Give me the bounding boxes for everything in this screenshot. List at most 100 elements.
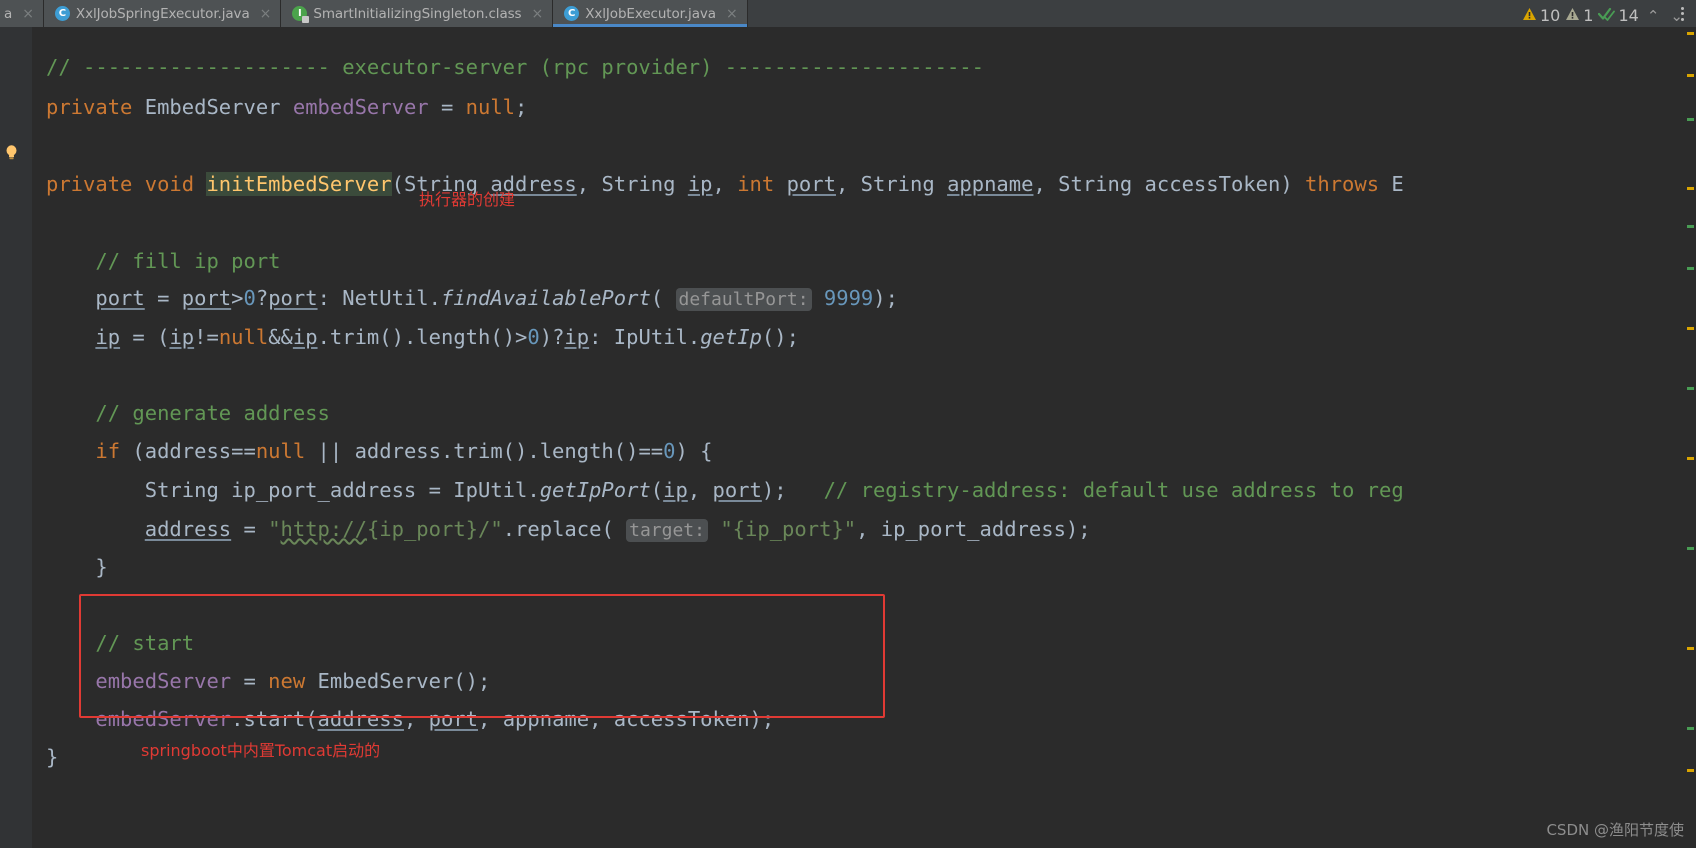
code-token: ) {	[675, 439, 713, 463]
warnings-indicator[interactable]: 10	[1522, 6, 1560, 25]
code-token: String	[601, 172, 688, 196]
editor-tab[interactable]: I SmartInitializingSingleton.class ×	[281, 0, 554, 27]
code-line: embedServer.start(address, port, appname…	[46, 707, 774, 731]
scrollbar-marker[interactable]	[1687, 547, 1694, 550]
scrollbar-marker[interactable]	[1687, 118, 1694, 121]
scrollbar-marker[interactable]	[1687, 457, 1694, 460]
code-token: address	[317, 707, 404, 731]
close-icon[interactable]: ×	[726, 7, 738, 21]
typos-indicator[interactable]: 14	[1598, 6, 1639, 25]
code-line: // generate address	[46, 401, 330, 425]
code-token: 0	[243, 286, 256, 310]
scrollbar-marker[interactable]	[1687, 32, 1694, 35]
code-line: ip = (ip!=null&&ip.trim().length()>0)?ip…	[46, 325, 799, 349]
code-token: {ip_port}/"	[366, 517, 503, 541]
editor-tab[interactable]: C XxlJobExecutor.java ×	[553, 0, 748, 27]
code-token: EmbedServer	[144, 95, 293, 119]
code-token: ip	[95, 325, 121, 349]
scrollbar-marker[interactable]	[1687, 187, 1694, 190]
annotation-text: 执行器的创建	[419, 190, 516, 209]
code-token: port	[181, 286, 232, 310]
code-token: );	[873, 286, 898, 310]
ide-window: a × C XxlJobSpringExecutor.java × I SmartIniti…	[0, 0, 1696, 848]
code-token: =	[144, 286, 182, 310]
scrollbar-marker[interactable]	[1687, 387, 1694, 390]
close-icon[interactable]: ×	[531, 7, 543, 21]
editor-tab[interactable]: C XxlJobSpringExecutor.java ×	[43, 0, 282, 27]
code-token: ?	[255, 286, 269, 310]
code-token: ,	[835, 172, 861, 196]
code-token: String ip_port_address = IpUtil.	[46, 478, 540, 502]
code-token: ,	[712, 172, 738, 196]
code-token: port	[95, 286, 145, 310]
code-token: ,	[403, 707, 429, 731]
code-token: int	[737, 172, 787, 196]
code-token: ();	[761, 325, 799, 349]
scrollbar-marker[interactable]	[1687, 327, 1694, 330]
close-icon[interactable]: ×	[22, 7, 34, 21]
chevron-down-icon[interactable]: ⌄	[1667, 7, 1686, 25]
scrollbar-markers[interactable]	[1684, 27, 1696, 848]
java-class-icon: C	[54, 6, 70, 21]
editor-tab-bar: a × C XxlJobSpringExecutor.java × I SmartIniti…	[0, 0, 1696, 27]
code-token: // -------------------- executor-server …	[46, 55, 984, 79]
code-token: throws	[1305, 172, 1392, 196]
code-token: embedServer	[95, 707, 232, 731]
code-token: }	[46, 555, 108, 579]
code-token: ,	[576, 172, 602, 196]
editor-tab-label: a	[4, 5, 13, 22]
code-token: )	[1280, 172, 1306, 196]
code-token: String accessToken	[1058, 172, 1281, 196]
code-token: null	[255, 439, 318, 463]
code-line: // start	[46, 631, 194, 655]
code-token: : IpUtil.	[589, 325, 701, 349]
code-token: =	[231, 669, 269, 693]
code-token: port	[712, 478, 762, 502]
code-token: !=	[194, 325, 219, 349]
code-token: target:	[626, 519, 708, 542]
close-icon[interactable]: ×	[260, 7, 272, 21]
scrollbar-marker[interactable]	[1687, 647, 1694, 650]
chevron-up-icon[interactable]: ⌃	[1644, 7, 1663, 25]
code-editor[interactable]: // -------------------- executor-server …	[0, 27, 1696, 848]
code-token: embedServer	[292, 95, 441, 119]
code-line: // -------------------- executor-server …	[46, 55, 984, 79]
code-token: =	[231, 517, 269, 541]
annotation-text: springboot中内置Tomcat启动的	[141, 741, 381, 760]
code-token: }	[46, 745, 59, 769]
weak-warnings-count: 1	[1583, 6, 1594, 25]
code-token: // registry-address: default use address…	[823, 478, 1404, 502]
code-token: getIpPort	[539, 478, 651, 502]
scrollbar-marker[interactable]	[1687, 225, 1694, 228]
code-token: new	[268, 669, 318, 693]
code-token: || address.trim().length()==	[317, 439, 664, 463]
scrollbar-marker[interactable]	[1687, 267, 1694, 270]
code-token: (	[650, 286, 676, 310]
warning-triangle-icon	[1522, 6, 1537, 25]
scrollbar-marker[interactable]	[1687, 74, 1694, 77]
code-line: embedServer = new EmbedServer();	[46, 669, 490, 693]
code-token: port	[786, 172, 836, 196]
code-token: // fill ip port	[46, 249, 281, 273]
editor-tab[interactable]: a ×	[0, 0, 44, 27]
weak-warnings-indicator[interactable]: 1	[1565, 6, 1593, 25]
scrollbar-marker[interactable]	[1687, 727, 1694, 730]
code-token: port	[268, 286, 318, 310]
code-token: =	[440, 95, 466, 119]
code-token: .trim().length()>	[317, 325, 528, 349]
code-token: private void	[46, 172, 207, 196]
code-line: String ip_port_address = IpUtil.getIpPor…	[46, 478, 1404, 502]
code-token: , appname, accessToken);	[478, 707, 775, 731]
code-text[interactable]: // -------------------- executor-server …	[0, 27, 1696, 848]
code-token: .start(	[231, 707, 318, 731]
inspection-widget[interactable]: 10 1 14 ⌃ ⌄	[1522, 6, 1686, 25]
code-line: private void initEmbedServer(String addr…	[46, 172, 1404, 196]
code-token: >	[231, 286, 244, 310]
warnings-count: 10	[1539, 6, 1561, 25]
scrollbar-marker[interactable]	[1687, 769, 1694, 772]
